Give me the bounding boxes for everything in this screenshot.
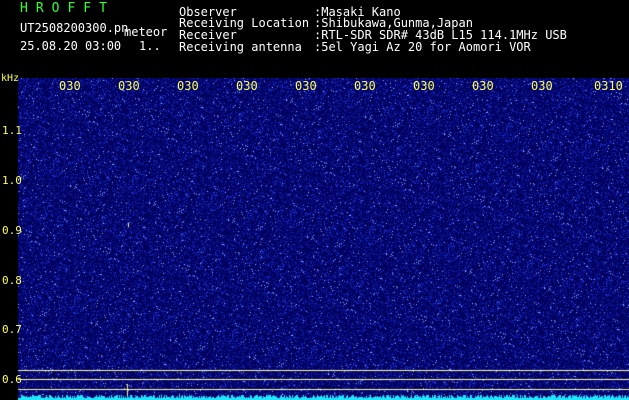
time-tick: 030 (472, 79, 494, 93)
time-tick: 030 (177, 79, 199, 93)
frequency-label: 0.6 (2, 373, 22, 386)
time-tick: 0310 (594, 79, 623, 93)
time-tick: 030 (236, 79, 258, 93)
hrofft-logo: HROFFT (20, 1, 115, 16)
capture-datetime: 25.08.20 03:00 (20, 39, 122, 53)
antenna-value: :5el Yagi Az 20 for Aomori VOR (314, 40, 531, 54)
frequency-label: 0.7 (2, 323, 22, 336)
time-tick: 030 (59, 79, 81, 93)
time-tick: 030 (354, 79, 376, 93)
frequency-label: 0.9 (2, 224, 22, 237)
echo-counter: 1.. (139, 39, 161, 53)
frequency-label: 0.8 (2, 274, 22, 287)
hrofft-window: HROFFT UT2508200300.pn meteor 25.08.20 0… (0, 0, 629, 400)
time-tick: 030 (413, 79, 435, 93)
antenna-label: Receiving antenna (179, 40, 302, 54)
time-tick: 030 (295, 79, 317, 93)
frequency-unit-label: kHz (1, 73, 20, 84)
mode-label: meteor (124, 25, 168, 39)
spectrogram-waterfall (0, 78, 629, 400)
frequency-label: 1.0 (2, 174, 22, 187)
frequency-label: 1.1 (2, 124, 22, 137)
time-tick: 030 (531, 79, 553, 93)
file-name: UT2508200300.pn (20, 21, 129, 35)
time-tick: 030 (118, 79, 140, 93)
